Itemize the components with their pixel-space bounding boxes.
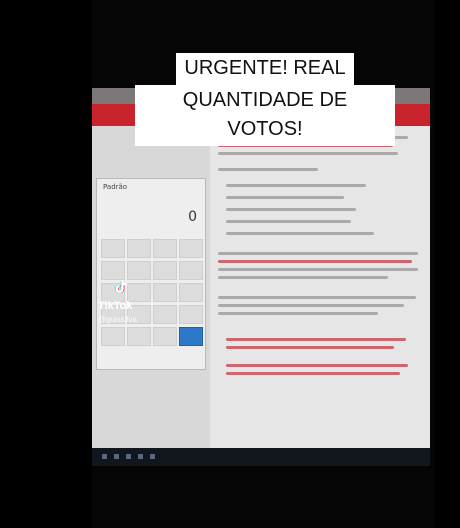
overlay-caption: URGENTE! REAL QUANTIDADE DE VOTOS! [135,53,395,146]
caption-line-2: QUANTIDADE DE VOTOS! [135,85,395,146]
taskbar [92,448,430,466]
tiktok-handle: @guissilva [98,315,137,324]
caption-line-1: URGENTE! REAL [176,53,354,85]
calculator-window: Padrão 0 [96,178,206,370]
equals-key [179,327,203,346]
tiktok-icon [114,280,128,293]
tiktok-brand: TikTok [98,300,133,312]
article-body [210,126,430,448]
calculator-display: 0 [188,209,197,225]
calculator-title: Padrão [103,183,128,191]
